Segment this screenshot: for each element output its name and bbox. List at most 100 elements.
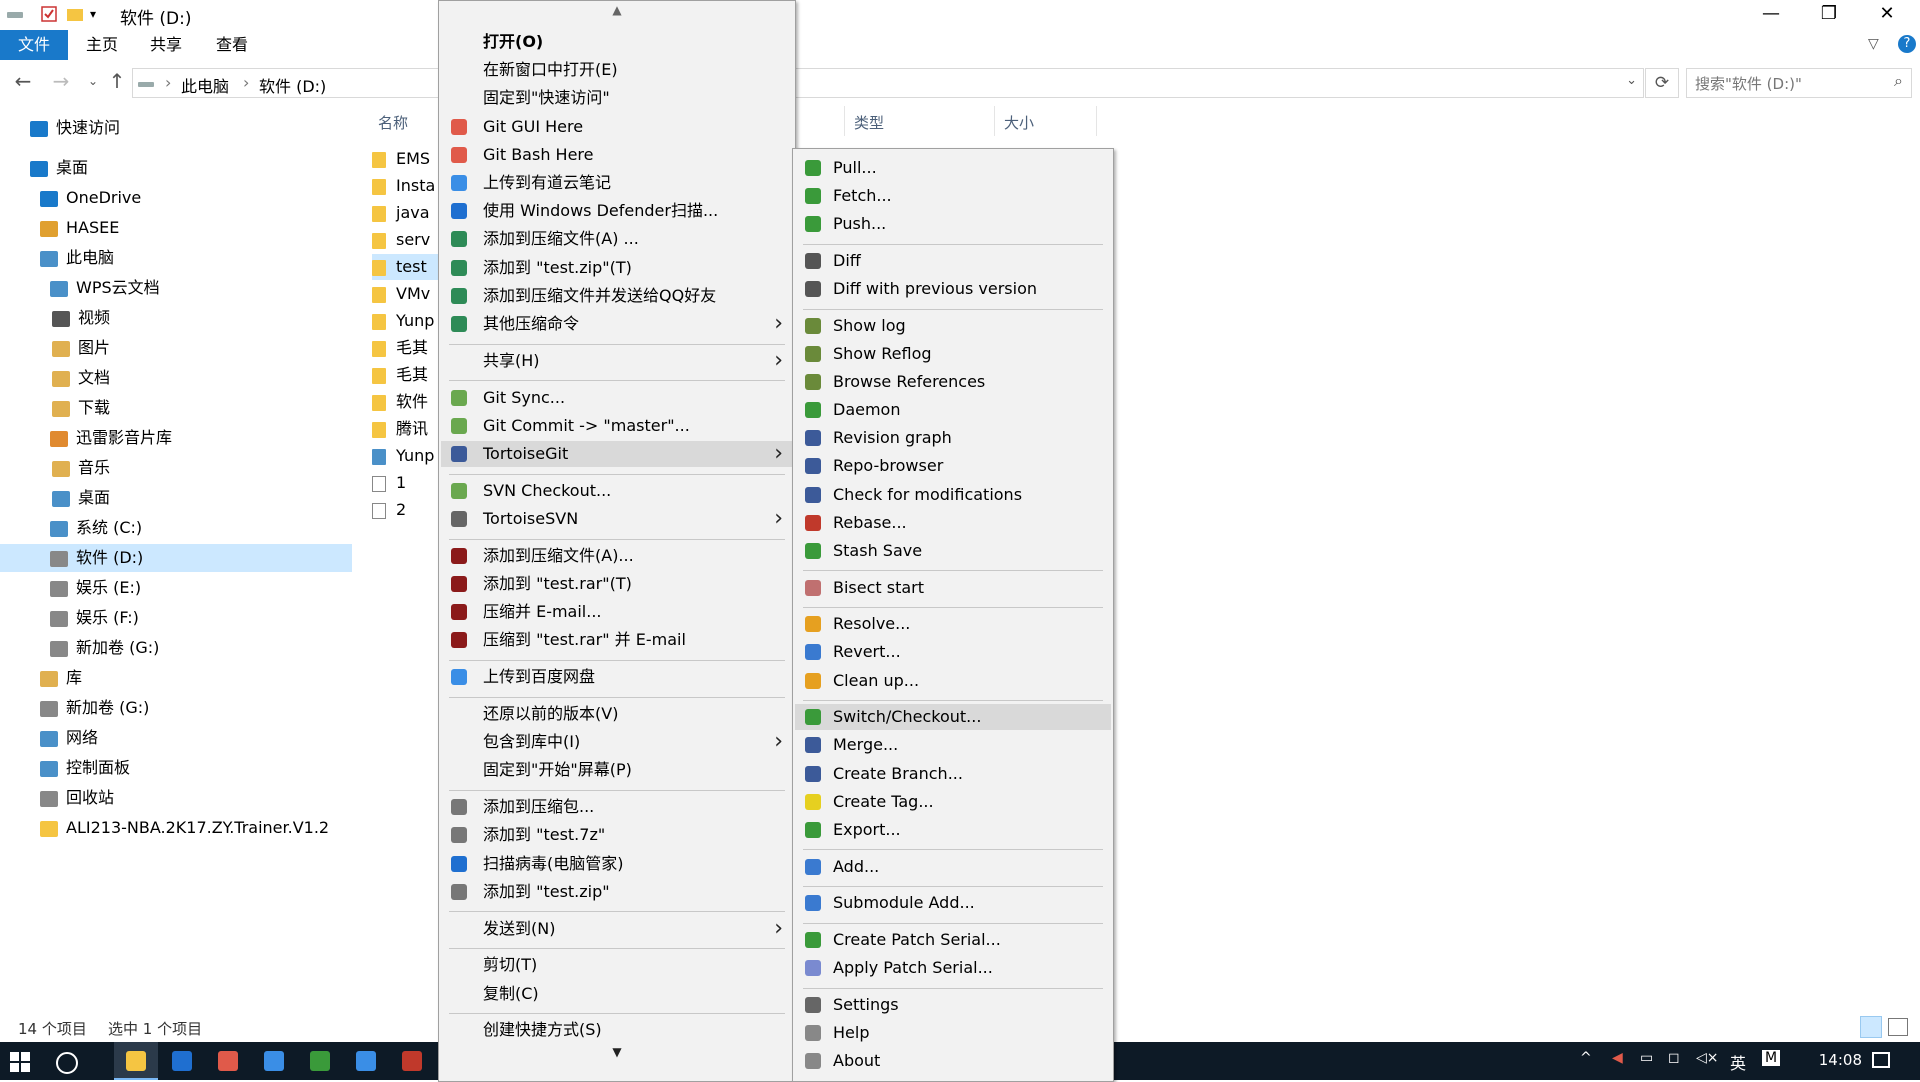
volume-icon[interactable]: ◁× — [1696, 1050, 1719, 1066]
menu-item-n10[interactable]: 其他压缩命令 › — [441, 311, 793, 337]
cortana-icon[interactable] — [56, 1052, 78, 1074]
nav-item-ali213-nba-2k17-zy-trainer-v1-2[interactable]: ALI213-NBA.2K17.ZY.Trainer.V1.2 — [0, 814, 352, 842]
menu-item-browse-references[interactable]: Browse References — [795, 369, 1111, 395]
clock[interactable]: 14:08 — [1819, 1051, 1862, 1069]
nav-item-n12[interactable]: 桌面 — [0, 484, 352, 512]
minimize-button[interactable]: — — [1742, 0, 1800, 30]
menu-item-svn-checkout[interactable]: SVN Checkout... — [441, 478, 793, 504]
tab-share[interactable]: 共享 — [138, 30, 194, 60]
tab-view[interactable]: 查看 — [204, 30, 260, 60]
column-header-name[interactable]: 名称 — [378, 112, 408, 133]
nav-item-e[interactable]: 娱乐 (E:) — [0, 574, 352, 602]
menu-item-n32[interactable]: 添加到压缩包... — [441, 794, 793, 820]
menu-item-git-bash-here[interactable]: Git Bash Here — [441, 142, 793, 168]
nav-item-c[interactable]: 系统 (C:) — [0, 514, 352, 542]
search-box[interactable]: 搜索"软件 (D:)" ⌕ — [1686, 68, 1912, 98]
tab-file[interactable]: 文件 — [0, 30, 68, 60]
tab-home[interactable]: 主页 — [74, 30, 130, 60]
menu-item-pull[interactable]: Pull... — [795, 155, 1111, 181]
menu-item-git-commit-master[interactable]: Git Commit -> "master"... — [441, 413, 793, 439]
menu-item-daemon[interactable]: Daemon — [795, 397, 1111, 423]
restore-button[interactable]: ❐ — [1800, 0, 1858, 30]
menu-item-n5[interactable]: 上传到有道云笔记 — [441, 170, 793, 196]
new-folder-icon[interactable] — [66, 5, 84, 23]
nav-item-g[interactable]: 新加卷 (G:) — [0, 634, 352, 662]
menu-item-test-7z[interactable]: 添加到 "test.7z" — [441, 822, 793, 848]
menu-item-create-tag[interactable]: Create Tag... — [795, 789, 1111, 815]
tray-letter-icon[interactable]: M — [1762, 1050, 1781, 1066]
menu-item-repo-browser[interactable]: Repo-browser — [795, 453, 1111, 479]
nav-item-d[interactable]: 软件 (D:) — [0, 544, 352, 572]
menu-item-submodule-add[interactable]: Submodule Add... — [795, 890, 1111, 916]
menu-item-create-branch[interactable]: Create Branch... — [795, 761, 1111, 787]
menu-item-n[interactable]: 发送到(N) › — [441, 916, 793, 942]
taskbar-app[interactable] — [252, 1042, 296, 1080]
menu-item-fetch[interactable]: Fetch... — [795, 183, 1111, 209]
column-header-type[interactable]: 类型 — [854, 112, 884, 133]
address-dropdown-icon[interactable]: ⌄ — [1626, 73, 1637, 88]
nav-item-n10[interactable]: 迅雷影音片库 — [0, 424, 352, 452]
menu-item-push[interactable]: Push... — [795, 211, 1111, 237]
refresh-button[interactable]: ⟳ — [1645, 68, 1679, 98]
menu-item-revision-graph[interactable]: Revision graph — [795, 425, 1111, 451]
battery-icon[interactable]: ▭ — [1640, 1050, 1653, 1066]
nav-item-n8[interactable]: 文档 — [0, 364, 352, 392]
tray-expand-icon[interactable]: ^ — [1580, 1050, 1592, 1066]
menu-item-show-reflog[interactable]: Show Reflog — [795, 341, 1111, 367]
menu-item-check-for-modifications[interactable]: Check for modifications — [795, 482, 1111, 508]
menu-item-apply-patch-serial[interactable]: Apply Patch Serial... — [795, 955, 1111, 981]
nav-item-n0[interactable]: 快速访问 — [0, 114, 352, 142]
windows-start-icon[interactable] — [10, 1052, 30, 1077]
menu-item-show-log[interactable]: Show log — [795, 313, 1111, 339]
taskbar-app[interactable] — [390, 1042, 434, 1080]
taskbar-app[interactable] — [160, 1042, 204, 1080]
menu-item-stash-save[interactable]: Stash Save — [795, 538, 1111, 564]
close-button[interactable]: ✕ — [1858, 0, 1916, 30]
nav-item-n11[interactable]: 音乐 — [0, 454, 352, 482]
quick-access-dropdown-icon[interactable]: ▾ — [90, 5, 108, 23]
menu-item-a[interactable]: 添加到压缩文件(A) ... — [441, 226, 793, 252]
menu-item-merge[interactable]: Merge... — [795, 732, 1111, 758]
column-header-size[interactable]: 大小 — [1004, 112, 1034, 133]
menu-item-bisect-start[interactable]: Bisect start — [795, 575, 1111, 601]
nav-item-n7[interactable]: 图片 — [0, 334, 352, 362]
nav-item-n9[interactable]: 下载 — [0, 394, 352, 422]
recent-locations-button[interactable]: ⌄ — [80, 68, 106, 94]
menu-item-settings[interactable]: Settings — [795, 992, 1111, 1018]
menu-item-n34[interactable]: 扫描病毒(电脑管家) — [441, 851, 793, 877]
menu-item-windows-defender[interactable]: 使用 Windows Defender扫描... — [441, 198, 793, 224]
menu-item-t[interactable]: 剪切(T) — [441, 952, 793, 978]
details-view-icon[interactable] — [1860, 1016, 1882, 1038]
nav-item-n22[interactable]: 回收站 — [0, 784, 352, 812]
taskbar-app[interactable] — [206, 1042, 250, 1080]
nav-item-n6[interactable]: 视频 — [0, 304, 352, 332]
menu-item-export[interactable]: Export... — [795, 817, 1111, 843]
nav-item-n1[interactable]: 桌面 — [0, 154, 352, 182]
properties-icon[interactable] — [40, 5, 58, 23]
breadcrumb-this-pc[interactable]: 此电脑 — [181, 73, 229, 97]
nav-item-hasee[interactable]: HASEE — [0, 214, 352, 242]
menu-item-help[interactable]: Help — [795, 1020, 1111, 1046]
back-button[interactable]: ← — [10, 68, 36, 94]
menu-item-diff-with-previous-version[interactable]: Diff with previous version — [795, 276, 1111, 302]
network-icon[interactable]: ◻ — [1668, 1050, 1680, 1066]
tray-app-icon[interactable]: ◀ — [1612, 1050, 1623, 1066]
nav-item-n21[interactable]: 控制面板 — [0, 754, 352, 782]
menu-item-c[interactable]: 复制(C) — [441, 981, 793, 1007]
nav-item-f[interactable]: 娱乐 (F:) — [0, 604, 352, 632]
menu-item-git-gui-here[interactable]: Git GUI Here — [441, 114, 793, 140]
menu-item-diff[interactable]: Diff — [795, 248, 1111, 274]
action-center-icon[interactable] — [1872, 1052, 1890, 1068]
menu-scroll-down[interactable]: ▼ — [439, 1045, 795, 1059]
menu-item-tortoisegit[interactable]: TortoiseGit › — [441, 441, 793, 467]
taskbar-app[interactable] — [298, 1042, 342, 1080]
breadcrumb-separator[interactable]: › — [243, 73, 249, 92]
nav-item-n18[interactable]: 库 — [0, 664, 352, 692]
up-button[interactable]: ↑ — [104, 68, 130, 94]
menu-item-test-rar-e-mail[interactable]: 压缩到 "test.rar" 并 E-mail — [441, 627, 793, 653]
menu-item-a[interactable]: 添加到压缩文件(A)... — [441, 543, 793, 569]
column-divider[interactable] — [1096, 106, 1097, 136]
nav-item-n4[interactable]: 此电脑 — [0, 244, 352, 272]
menu-item-p[interactable]: 固定到"开始"屏幕(P) — [441, 757, 793, 783]
menu-item-qq[interactable]: 添加到压缩文件并发送给QQ好友 — [441, 283, 793, 309]
